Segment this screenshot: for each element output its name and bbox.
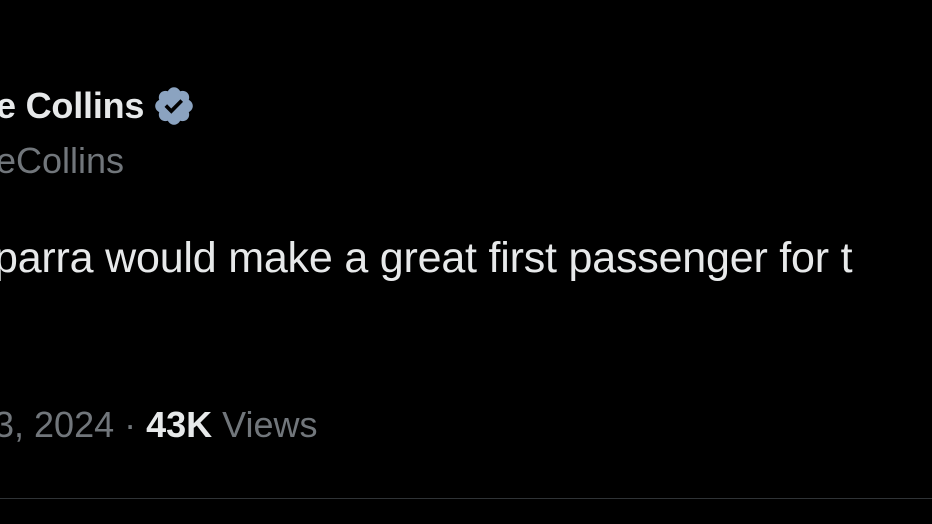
tweet-meta: 3, 2024 · 43K Views <box>0 404 318 446</box>
tweet-text: parra would make a great first passenger… <box>0 234 853 282</box>
tweet: e Collins eCollins parra would make a gr… <box>0 0 932 524</box>
view-count[interactable]: 43K <box>146 404 212 446</box>
meta-separator: · <box>124 404 137 445</box>
verified-badge-icon[interactable] <box>152 84 196 128</box>
tweet-date[interactable]: 3, 2024 <box>0 404 114 446</box>
views-label[interactable]: Views <box>222 404 317 446</box>
author-display-name[interactable]: e Collins <box>0 85 144 127</box>
author-handle[interactable]: eCollins <box>0 140 124 182</box>
author-row: e Collins <box>0 80 196 132</box>
divider <box>0 498 932 499</box>
